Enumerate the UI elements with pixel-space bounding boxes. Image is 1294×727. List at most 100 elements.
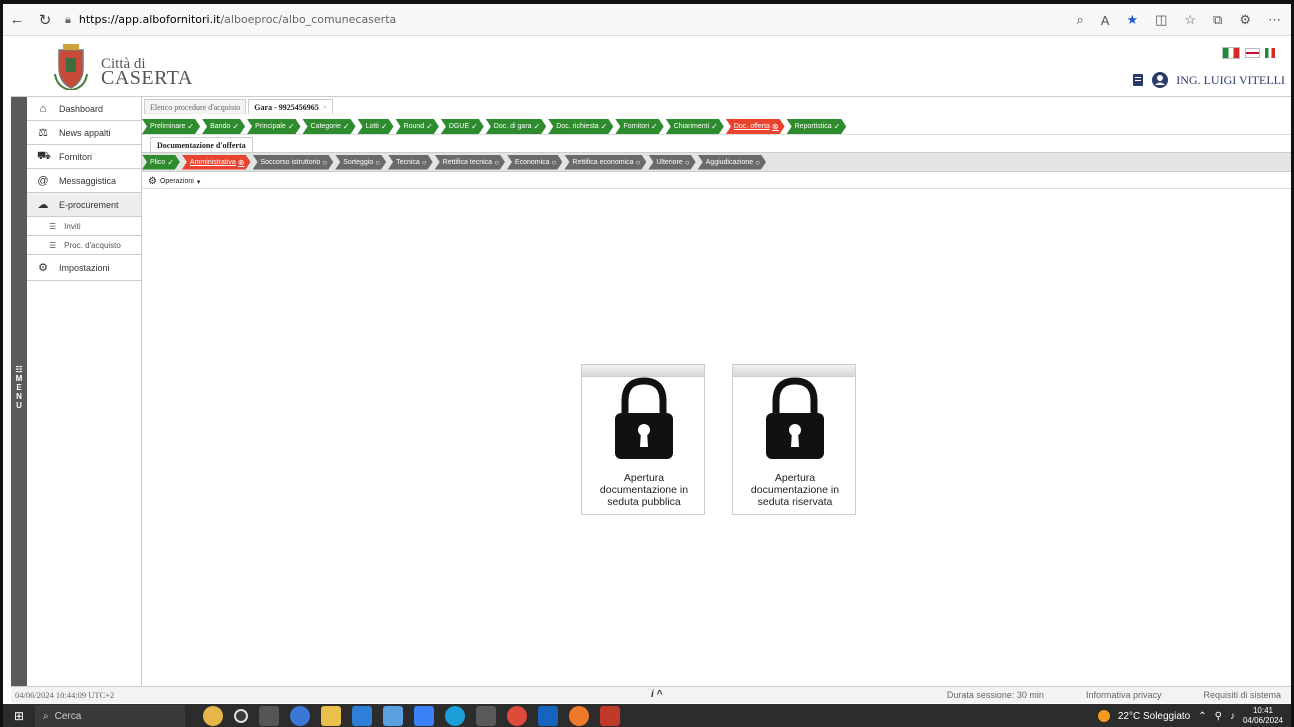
- process-step[interactable]: Reportistica ✓: [787, 119, 847, 134]
- chrome-icon[interactable]: [290, 706, 310, 726]
- sidebar-item-messaggistica[interactable]: @ Messaggistica: [27, 169, 141, 193]
- step-label: Sorteggio: [343, 158, 374, 166]
- favorites-icon[interactable]: ☆: [1184, 12, 1196, 28]
- offer-step[interactable]: Rettifica tecnica ○: [435, 155, 505, 170]
- open-private-session-card[interactable]: Apertura documentazione in seduta riserv…: [732, 364, 856, 515]
- process-step[interactable]: Doc. offerta ⊗: [726, 119, 785, 134]
- extension-icon[interactable]: ⚙: [1239, 12, 1251, 28]
- status-datetime: 04/06/2024 10:44:09 UTC+2: [15, 690, 115, 700]
- requirements-link[interactable]: Requisiti di sistema: [1203, 690, 1281, 700]
- clock[interactable]: 10:41 04/06/2024: [1243, 706, 1283, 726]
- tab-documentazione-offerta[interactable]: Documentazione d'offerta: [150, 137, 253, 152]
- sidebar-item-fornitori[interactable]: ⛟ Fornitori: [27, 145, 141, 169]
- user-name[interactable]: ING. LUIGI VITELLI: [1176, 73, 1285, 88]
- network-icon[interactable]: ⚲: [1215, 711, 1222, 722]
- zoom-icon[interactable]: ⌕: [1076, 12, 1083, 28]
- chrome-alt-icon[interactable]: [507, 706, 527, 726]
- tab-label: Gara - 9925456965: [254, 102, 319, 112]
- tab-elenco-procedure[interactable]: Elenco procedure d'acquisto: [144, 99, 247, 114]
- language-selector: [1222, 47, 1275, 59]
- refresh-icon[interactable]: ↻: [31, 11, 59, 29]
- step-label: Soccorso istruttorio: [260, 158, 321, 166]
- back-icon[interactable]: ←: [3, 11, 31, 28]
- offer-step[interactable]: Aggiudicazione ○: [698, 155, 766, 170]
- screen: ← ↻ 🔒︎ https://app.albofornitori.it/albo…: [0, 0, 1294, 727]
- process-step[interactable]: Categorie ✓: [303, 119, 356, 134]
- process-step[interactable]: Doc. di gara ✓: [486, 119, 546, 134]
- offer-step[interactable]: Soccorso istruttorio ○: [253, 155, 334, 170]
- read-aloud-icon[interactable]: A: [1101, 13, 1110, 28]
- sidebar-item-e-procurement[interactable]: ☁ E-procurement: [27, 193, 141, 217]
- task-view-icon[interactable]: [234, 709, 248, 723]
- offer-step[interactable]: Sorteggio ○: [335, 155, 386, 170]
- edge-icon[interactable]: [445, 706, 465, 726]
- notebook-icon[interactable]: [1132, 73, 1144, 87]
- process-step[interactable]: Bando ✓: [202, 119, 245, 134]
- empty-circle-icon: ○: [322, 157, 328, 167]
- offer-step[interactable]: Rettifica economica ○: [564, 155, 646, 170]
- step-label: Doc. richiesta: [556, 123, 599, 130]
- process-step[interactable]: Preliminare ✓: [142, 119, 200, 134]
- offer-step[interactable]: Ulteriore ○: [648, 155, 695, 170]
- firefox-icon[interactable]: [569, 706, 589, 726]
- cloud-icon: ☁: [37, 199, 49, 211]
- close-icon[interactable]: ×: [323, 103, 328, 112]
- volume-icon[interactable]: ♪: [1230, 711, 1235, 722]
- process-step[interactable]: DGUE ✓: [441, 119, 484, 134]
- info-toggle[interactable]: i ^: [651, 689, 662, 700]
- windows-start-icon[interactable]: ⊞: [3, 709, 35, 723]
- check-circle-icon: ✓: [187, 122, 195, 131]
- split-icon[interactable]: ◫: [1155, 12, 1167, 28]
- empty-circle-icon: ○: [375, 157, 381, 167]
- folder-icon[interactable]: [414, 706, 434, 726]
- sidebar-subitem-proc-acquisto[interactable]: ☰ Proc. d'acquisto: [27, 236, 141, 255]
- offer-step[interactable]: Economica ○: [507, 155, 562, 170]
- privacy-link[interactable]: Informativa privacy: [1086, 690, 1162, 700]
- offer-step[interactable]: Tecnica ○: [388, 155, 433, 170]
- process-step[interactable]: Chiarimenti ✓: [666, 119, 724, 134]
- process-steps: Preliminare ✓ Bando ✓ Principale ✓ Categorie ✓ L…: [142, 119, 1291, 135]
- weather-label[interactable]: 22°C Soleggiato: [1118, 711, 1190, 722]
- system-tray: 22°C Soleggiato ⌃ ⚲ ♪ 10:41 04/06/2024: [1097, 704, 1283, 727]
- taskbar-search-label: Cerca: [54, 710, 82, 722]
- process-step[interactable]: Principale ✓: [247, 119, 300, 134]
- multitask-icon[interactable]: [259, 706, 279, 726]
- more-icon[interactable]: ⋯: [1268, 12, 1281, 28]
- step-label: Rettifica tecnica: [442, 158, 493, 166]
- tab-gara[interactable]: Gara - 9925456965 ×: [248, 99, 334, 114]
- offer-step[interactable]: Plico ✓: [142, 155, 180, 170]
- widget-icon[interactable]: [203, 706, 223, 726]
- italian-flag-icon[interactable]: [1222, 47, 1240, 59]
- process-step[interactable]: Round ✓: [396, 119, 439, 134]
- sidebar-item-dashboard[interactable]: ⌂ Dashboard: [27, 97, 141, 121]
- gear-icon: ⚙: [148, 176, 157, 187]
- sidebar-item-news-appalti[interactable]: ⚖ News appalti: [27, 121, 141, 145]
- open-public-session-card[interactable]: Apertura documentazione in seduta pubbli…: [581, 364, 705, 515]
- operations-menu[interactable]: ⚙ Operazioni ▾: [148, 176, 200, 187]
- taskbar-search[interactable]: ⌕ Cerca: [35, 705, 185, 727]
- step-label: Lotti: [365, 123, 379, 130]
- favorite-star-icon[interactable]: ★: [1126, 12, 1138, 28]
- photos-icon[interactable]: [383, 706, 403, 726]
- user-area[interactable]: ING. LUIGI VITELLI: [1132, 72, 1285, 88]
- user-icon[interactable]: [1152, 72, 1169, 88]
- collections-icon[interactable]: ⧉: [1213, 12, 1222, 28]
- calculator-icon[interactable]: [476, 706, 496, 726]
- check-circle-icon: ✓: [426, 122, 433, 131]
- menu-toggle[interactable]: ☷ M E N U: [11, 97, 27, 687]
- process-step[interactable]: Lotti ✓: [358, 119, 394, 134]
- chevron-up-icon[interactable]: ⌃: [1198, 711, 1206, 722]
- english-flag-icon[interactable]: [1245, 48, 1260, 58]
- italian-flag-small-icon[interactable]: [1265, 48, 1275, 58]
- mail-icon[interactable]: [352, 706, 372, 726]
- teams-icon[interactable]: [600, 706, 620, 726]
- address-bar[interactable]: 🔒︎ https://app.albofornitori.it/alboepro…: [65, 13, 396, 27]
- outlook-icon[interactable]: [538, 706, 558, 726]
- offer-step[interactable]: Amministrativa ⊗: [182, 155, 251, 170]
- process-step[interactable]: Fornitori ✓: [615, 119, 663, 134]
- sidebar-item-impostazioni[interactable]: ⚙ Impostazioni: [27, 255, 141, 281]
- process-step[interactable]: Doc. richiesta ✓: [548, 119, 613, 134]
- calendar-icon[interactable]: [321, 706, 341, 726]
- list-icon: ☰: [49, 221, 57, 231]
- sidebar-subitem-inviti[interactable]: ☰ Inviti: [27, 217, 141, 236]
